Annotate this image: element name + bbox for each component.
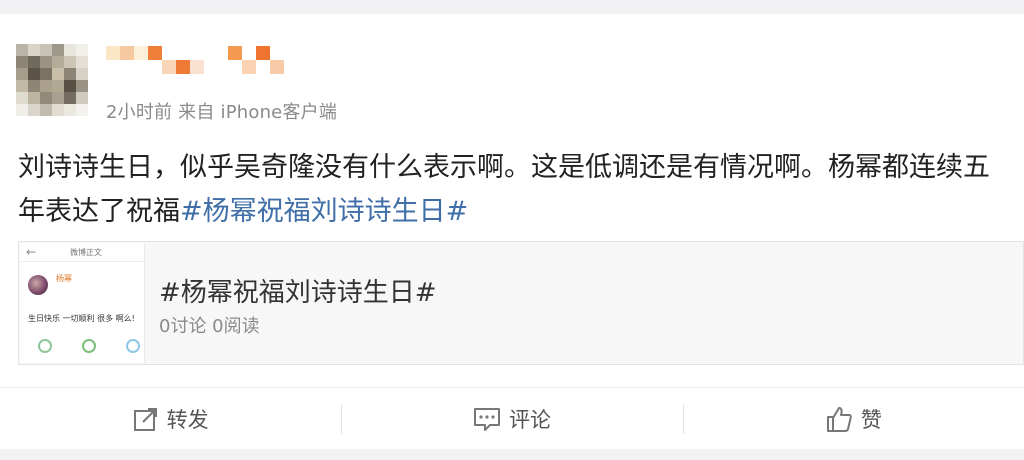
hashtag-link[interactable]: #杨幂祝福刘诗诗生日#	[180, 196, 468, 227]
topic-stats: 0讨论 0阅读	[159, 316, 260, 337]
back-arrow-icon: ←	[26, 245, 37, 259]
like-label: 赞	[860, 408, 882, 432]
repost-button[interactable]: 转发	[0, 388, 341, 450]
comment-icon	[473, 408, 500, 431]
post-text: 刘诗诗生日，似乎吴奇隆没有什么表示啊。这是低调还是有情况啊。杨幂都连续五年表达了…	[18, 146, 1008, 234]
comment-label: 评论	[508, 408, 551, 432]
thumbnail-header: 微博正文	[70, 248, 102, 257]
like-icon	[826, 407, 852, 432]
thumbnail-avatar	[28, 275, 48, 295]
repost-label: 转发	[166, 408, 209, 432]
share-icon	[38, 339, 52, 353]
topic-thumbnail: ← 微博正文 杨幂 生日快乐 一切顺利 很多 啊么!	[20, 243, 145, 363]
repost-icon	[133, 408, 157, 431]
qq-icon	[126, 339, 140, 353]
post-body-text: 刘诗诗生日，似乎吴奇隆没有什么表示啊。这是低调还是有情况啊。杨幂都连续五年表达了…	[18, 152, 990, 227]
topic-title: #杨幂祝福刘诗诗生日#	[159, 278, 437, 308]
comment-button[interactable]: 评论	[341, 388, 682, 450]
moments-icon	[82, 339, 96, 353]
avatar[interactable]	[16, 44, 88, 116]
thumbnail-body: 生日快乐 一切顺利 很多 啊么!	[28, 314, 135, 323]
like-button[interactable]: 赞	[682, 388, 1024, 450]
thumbnail-author: 杨幂	[56, 274, 72, 283]
action-bar: 转发 评论 赞	[0, 387, 1024, 450]
post-meta: 2小时前 来自 iPhone客户端	[106, 102, 338, 123]
topic-link-card[interactable]: ← 微博正文 杨幂 生日快乐 一切顺利 很多 啊么! #杨幂祝福刘诗诗生日# 0…	[18, 241, 1024, 365]
user-name[interactable]	[106, 44, 284, 74]
weibo-post-card: 2小时前 来自 iPhone客户端 刘诗诗生日，似乎吴奇隆没有什么表示啊。这是低…	[0, 14, 1024, 449]
